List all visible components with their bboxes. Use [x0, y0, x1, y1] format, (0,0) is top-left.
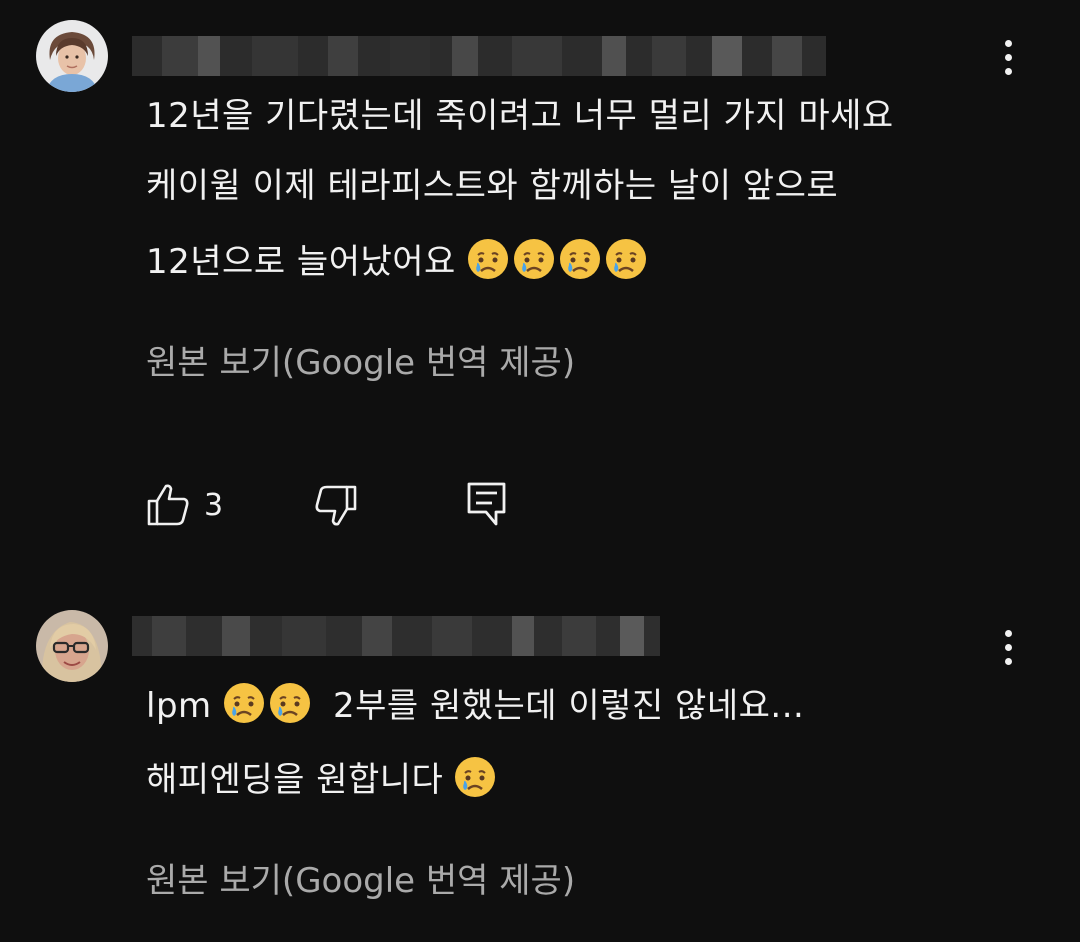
crying-face-emoji [455, 757, 496, 797]
more-options-button[interactable] [990, 625, 1026, 669]
crying-face-emoji [467, 239, 508, 279]
avatar[interactable] [36, 610, 108, 682]
comment-2: lpm 2부를 원했는데 이렇진 않네요... 해피엔딩을 원합니다 원본 보기… [0, 600, 1080, 942]
thumbs-down-icon [315, 485, 357, 526]
comment-text-line: 케이윌 이제 테라피스트와 함께하는 날이 앞으로 [146, 166, 839, 206]
emoji-group [464, 234, 648, 290]
comment-1: 12년을 기다렸는데 죽이려고 너무 멀리 가지 마세요 케이윌 이제 테라피스… [0, 0, 1080, 600]
translate-link[interactable]: 원본 보기(Google 번역 제공) [146, 856, 575, 906]
like-button[interactable] [144, 480, 194, 528]
translate-link[interactable]: 원본 보기(Google 번역 제공) [146, 338, 575, 388]
comment-text: 해피엔딩을 원합니다 [146, 760, 444, 800]
comment-text: lpm [146, 686, 212, 726]
comment-text-line-with-emoji: 12년으로 늘어났어요 [146, 234, 648, 290]
crying-face-emoji [223, 683, 264, 723]
like-count: 3 [204, 488, 224, 523]
comment-text: 2부를 원했는데 이렇진 않네요... [332, 686, 805, 726]
reply-icon [467, 482, 506, 526]
more-options-button[interactable] [990, 35, 1026, 79]
crying-face-emoji [269, 683, 310, 723]
reply-button[interactable] [464, 480, 510, 528]
comment-text: 12년으로 늘어났어요 [146, 242, 456, 282]
comment-text-line-with-emoji: lpm 2부를 원했는데 이렇진 않네요... [146, 678, 804, 734]
crying-face-emoji [559, 239, 600, 279]
thumbs-up-icon [147, 484, 189, 526]
author-name-redacted[interactable] [132, 36, 826, 76]
comment-text-line: 12년을 기다렸는데 죽이려고 너무 멀리 가지 마세요 [146, 96, 894, 136]
avatar[interactable] [36, 20, 108, 92]
comment-text-line-with-emoji: 해피엔딩을 원합니다 [146, 752, 497, 808]
dislike-button[interactable] [312, 482, 360, 530]
emoji-group [220, 678, 312, 734]
crying-face-emoji [605, 239, 646, 279]
author-name-redacted[interactable] [132, 616, 660, 656]
emoji-group [451, 752, 497, 808]
crying-face-emoji [513, 239, 554, 279]
